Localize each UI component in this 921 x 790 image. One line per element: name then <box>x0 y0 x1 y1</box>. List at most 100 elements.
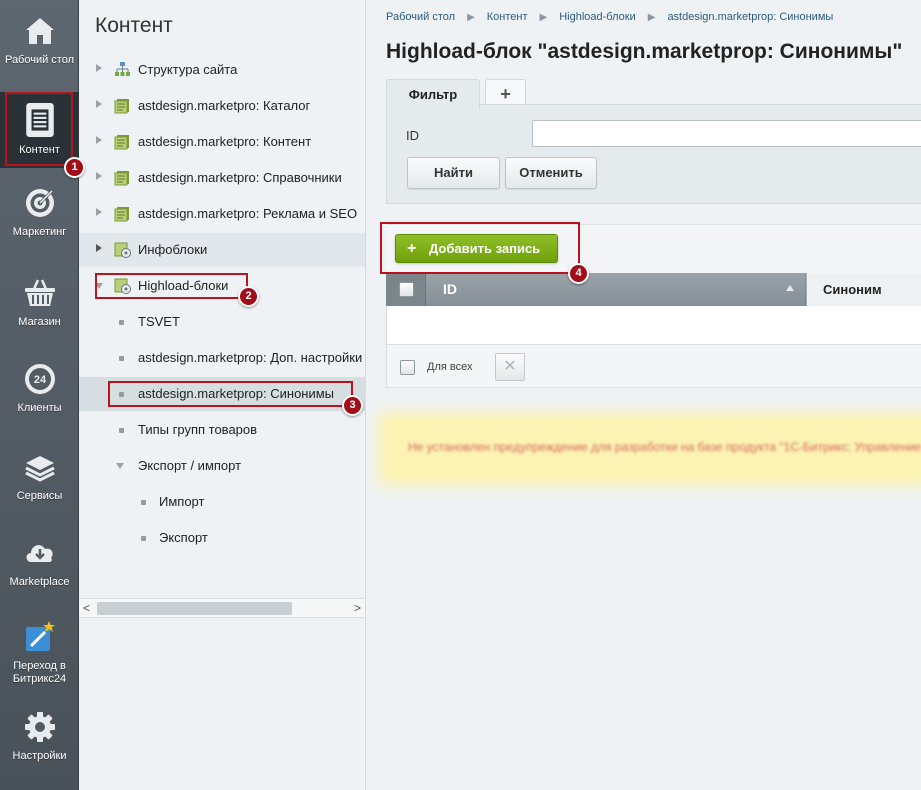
tree-item-label: astdesign.marketpro: Справочники <box>138 170 342 185</box>
apply-to-all-label: Для всех <box>427 361 473 373</box>
menu-item-content[interactable]: Контент <box>0 92 79 168</box>
iblock-icon <box>114 135 129 150</box>
menu-item-services[interactable]: Сервисы <box>0 450 79 510</box>
bullet-icon <box>119 392 124 397</box>
iblock-settings-icon <box>114 278 131 294</box>
tree-item-label: Экспорт / импорт <box>138 458 242 473</box>
cancel-button[interactable]: Отменить <box>505 157 597 189</box>
scrollbar-thumb[interactable] <box>97 602 292 615</box>
tree-item-label: TSVET <box>138 314 180 329</box>
collapse-arrow-icon[interactable] <box>95 283 103 289</box>
expand-arrow-icon[interactable] <box>96 244 102 252</box>
tree-item-extra-settings[interactable]: astdesign.marketprop: Доп. настройки <box>79 341 365 375</box>
breadcrumb-item[interactable]: Рабочий стол <box>386 11 455 23</box>
grid-body-empty <box>386 306 921 344</box>
menu-item-bitrix24[interactable]: Переход в Битрикс24 <box>0 620 79 690</box>
apply-to-all-checkbox[interactable] <box>400 360 415 375</box>
filter-id-label: ID <box>406 128 419 143</box>
menu-item-label: Маркетинг <box>12 226 67 238</box>
magic-wand-icon <box>25 621 55 651</box>
bullet-icon <box>119 320 124 325</box>
breadcrumb-separator-icon: ▶ <box>647 12 656 23</box>
tree-horizontal-scrollbar[interactable]: < > <box>79 598 365 618</box>
tree-item-export[interactable]: Экспорт <box>79 521 365 555</box>
tree-item-references[interactable]: astdesign.marketpro: Справочники <box>79 161 365 195</box>
scroll-right-icon[interactable]: > <box>354 602 361 615</box>
tree-item-label: astdesign.marketprop: Доп. настройки <box>138 350 363 365</box>
tree-item-product-group-types[interactable]: Типы групп товаров <box>79 413 365 447</box>
tree-item-label: astdesign.marketpro: Контент <box>138 134 312 149</box>
menu-item-label: Переход в Битрикс24 <box>12 660 67 685</box>
menu-item-label: Сервисы <box>16 490 63 502</box>
add-record-button[interactable]: + Добавить запись <box>395 234 558 263</box>
plus-icon: + <box>407 240 417 257</box>
svg-text:24: 24 <box>33 374 46 386</box>
main-content: Рабочий стол ▶ Контент ▶ Highload-блоки ▶ astd… <box>366 0 921 790</box>
breadcrumb: Рабочий стол ▶ Контент ▶ Highload-блоки ▶ astd… <box>386 11 833 23</box>
expand-arrow-icon[interactable] <box>96 100 102 108</box>
tree-item-tsvet[interactable]: TSVET <box>79 305 365 339</box>
bullet-icon <box>141 536 146 541</box>
column-header-label: ID <box>443 281 457 297</box>
tree-item-label: Импорт <box>159 494 205 509</box>
menu-item-marketing[interactable]: Маркетинг <box>0 186 79 256</box>
expand-arrow-icon[interactable] <box>96 208 102 216</box>
select-all-checkbox[interactable] <box>399 282 414 297</box>
tree-item-label: astdesign.marketprop: Синонимы <box>138 386 335 401</box>
breadcrumb-separator-icon: ▶ <box>539 12 548 23</box>
find-button[interactable]: Найти <box>407 157 500 189</box>
warning-notice-text: Не установлен предупреждение для разрабо… <box>408 440 921 454</box>
tree-item-label: Экспорт <box>159 530 208 545</box>
collapse-arrow-icon[interactable] <box>116 463 124 469</box>
tree-item-content[interactable]: astdesign.marketpro: Контент <box>79 125 365 159</box>
sort-asc-icon <box>786 285 794 291</box>
menu-item-label: Настройки <box>12 750 67 762</box>
tree-item-highload-blocks[interactable]: Highload-блоки <box>79 269 365 303</box>
menu-item-label: Магазин <box>18 316 61 328</box>
grid-header: ID Синоним <box>386 273 921 306</box>
menu-item-settings[interactable]: Настройки <box>0 710 79 770</box>
menu-item-shop[interactable]: Магазин <box>0 276 79 336</box>
expand-arrow-icon[interactable] <box>96 172 102 180</box>
main-menu-rail: Рабочий стол Контент Маркетинг Магазин 2… <box>0 0 79 790</box>
filter-id-input[interactable] <box>532 120 921 147</box>
basket-icon <box>24 279 55 306</box>
menu-item-label: Рабочий стол <box>4 54 75 66</box>
tab-filter[interactable]: Фильтр <box>386 79 480 109</box>
bullet-icon <box>119 356 124 361</box>
menu-item-clients[interactable]: 24 Клиенты <box>0 362 79 422</box>
breadcrumb-item[interactable]: Контент <box>487 11 528 23</box>
tree-item-export-import[interactable]: Экспорт / импорт <box>79 449 365 483</box>
filter-panel <box>386 104 921 204</box>
tree-item-import[interactable]: Импорт <box>79 485 365 519</box>
annotation-marker-2: 2 <box>238 286 259 307</box>
column-header-id[interactable]: ID <box>426 273 805 306</box>
tree-item-synonyms[interactable]: astdesign.marketprop: Синонимы <box>79 377 365 411</box>
breadcrumb-separator-icon: ▶ <box>467 12 475 23</box>
tree-title: Контент <box>95 14 173 37</box>
tree-item-ads-seo[interactable]: astdesign.marketpro: Реклама и SEO <box>79 197 365 231</box>
expand-arrow-icon[interactable] <box>96 136 102 144</box>
breadcrumb-item[interactable]: astdesign.marketprop: Синонимы <box>667 11 833 23</box>
delete-selected-button[interactable]: ✕ <box>495 353 525 381</box>
menu-item-desktop[interactable]: Рабочий стол <box>0 8 79 82</box>
tree-item-site-structure[interactable]: Структура сайта <box>79 53 365 87</box>
cloud-download-icon <box>26 545 53 562</box>
tree-item-label: astdesign.marketpro: Каталог <box>138 98 311 113</box>
menu-item-label: Marketplace <box>9 576 70 588</box>
menu-item-marketplace[interactable]: Marketplace <box>0 536 79 596</box>
warning-notice: Не установлен предупреждение для разрабо… <box>386 420 921 478</box>
iblock-icon <box>114 171 129 186</box>
scroll-left-icon[interactable]: < <box>83 602 90 615</box>
column-header-synonym[interactable]: Синоним <box>806 273 921 306</box>
tree-item-catalog[interactable]: astdesign.marketpro: Каталог <box>79 89 365 123</box>
tree-item-iblocks[interactable]: Инфоблоки <box>79 233 365 267</box>
tree-item-label: Типы групп товаров <box>138 422 258 437</box>
grid-footer: Для всех ✕ <box>386 344 921 388</box>
home-icon <box>25 18 54 44</box>
expand-arrow-icon[interactable] <box>96 64 102 72</box>
tree-item-label: Highload-блоки <box>138 278 229 293</box>
clients-24-icon: 24 <box>24 364 55 394</box>
breadcrumb-item[interactable]: Highload-блоки <box>559 11 636 23</box>
tree-item-label: Структура сайта <box>138 62 238 77</box>
